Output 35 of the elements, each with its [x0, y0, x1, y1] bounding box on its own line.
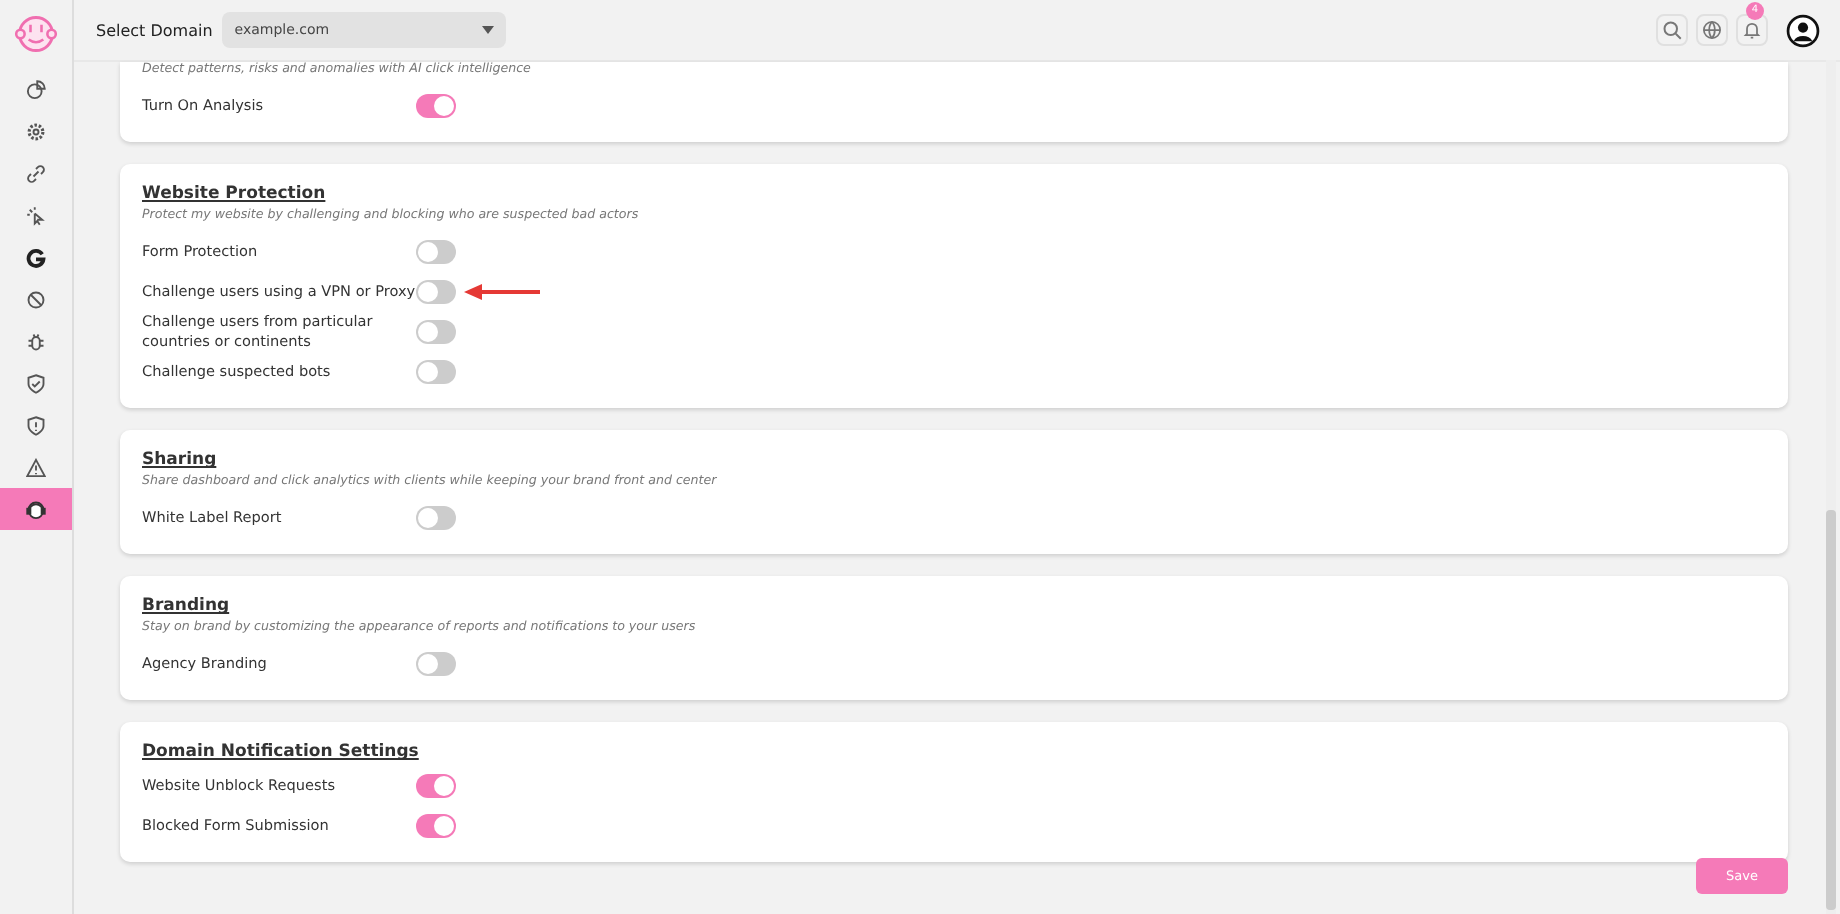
- avatar-icon[interactable]: [1786, 13, 1820, 47]
- section-title: Website Protection: [142, 184, 328, 204]
- search-icon: [1662, 20, 1682, 40]
- toggle-switch[interactable]: [416, 240, 456, 264]
- notification-button[interactable]: [1736, 14, 1768, 46]
- toggle-switch[interactable]: [416, 506, 456, 531]
- headset-icon: [26, 499, 46, 519]
- shield-alert-icon: [26, 415, 46, 435]
- g-letter-icon: [26, 247, 46, 267]
- settings-icon: [26, 121, 46, 141]
- toggle-switch[interactable]: [416, 280, 456, 304]
- pointer-click-icon: [26, 205, 46, 225]
- link-icon: [26, 163, 46, 183]
- pie-chart-icon: [26, 79, 46, 99]
- toggle-switch[interactable]: [416, 360, 456, 385]
- section-title: Branding: [142, 596, 232, 617]
- domain-label: Select Domain: [96, 21, 213, 39]
- toggle-switch[interactable]: [416, 320, 456, 345]
- toggle-switch[interactable]: [416, 94, 456, 118]
- sidebar-item[interactable]: [0, 488, 72, 530]
- section-title: Domain Notification Settings: [142, 742, 421, 763]
- caret-icon: [482, 26, 495, 34]
- shield-check-icon: [26, 373, 46, 393]
- monkey-logo-icon: [14, 12, 58, 56]
- toggle-switch[interactable]: [416, 814, 456, 839]
- bug-icon: [26, 331, 46, 351]
- globe-button[interactable]: [1696, 14, 1728, 46]
- search-button[interactable]: [1656, 14, 1688, 46]
- toggle-switch[interactable]: [416, 774, 456, 799]
- bell-icon: [1742, 20, 1762, 40]
- globe-icon: [1702, 20, 1722, 40]
- block-icon: [26, 289, 46, 309]
- warning-icon: [26, 457, 46, 477]
- section-title: Sharing: [142, 450, 219, 471]
- toggle-switch[interactable]: [416, 652, 456, 677]
